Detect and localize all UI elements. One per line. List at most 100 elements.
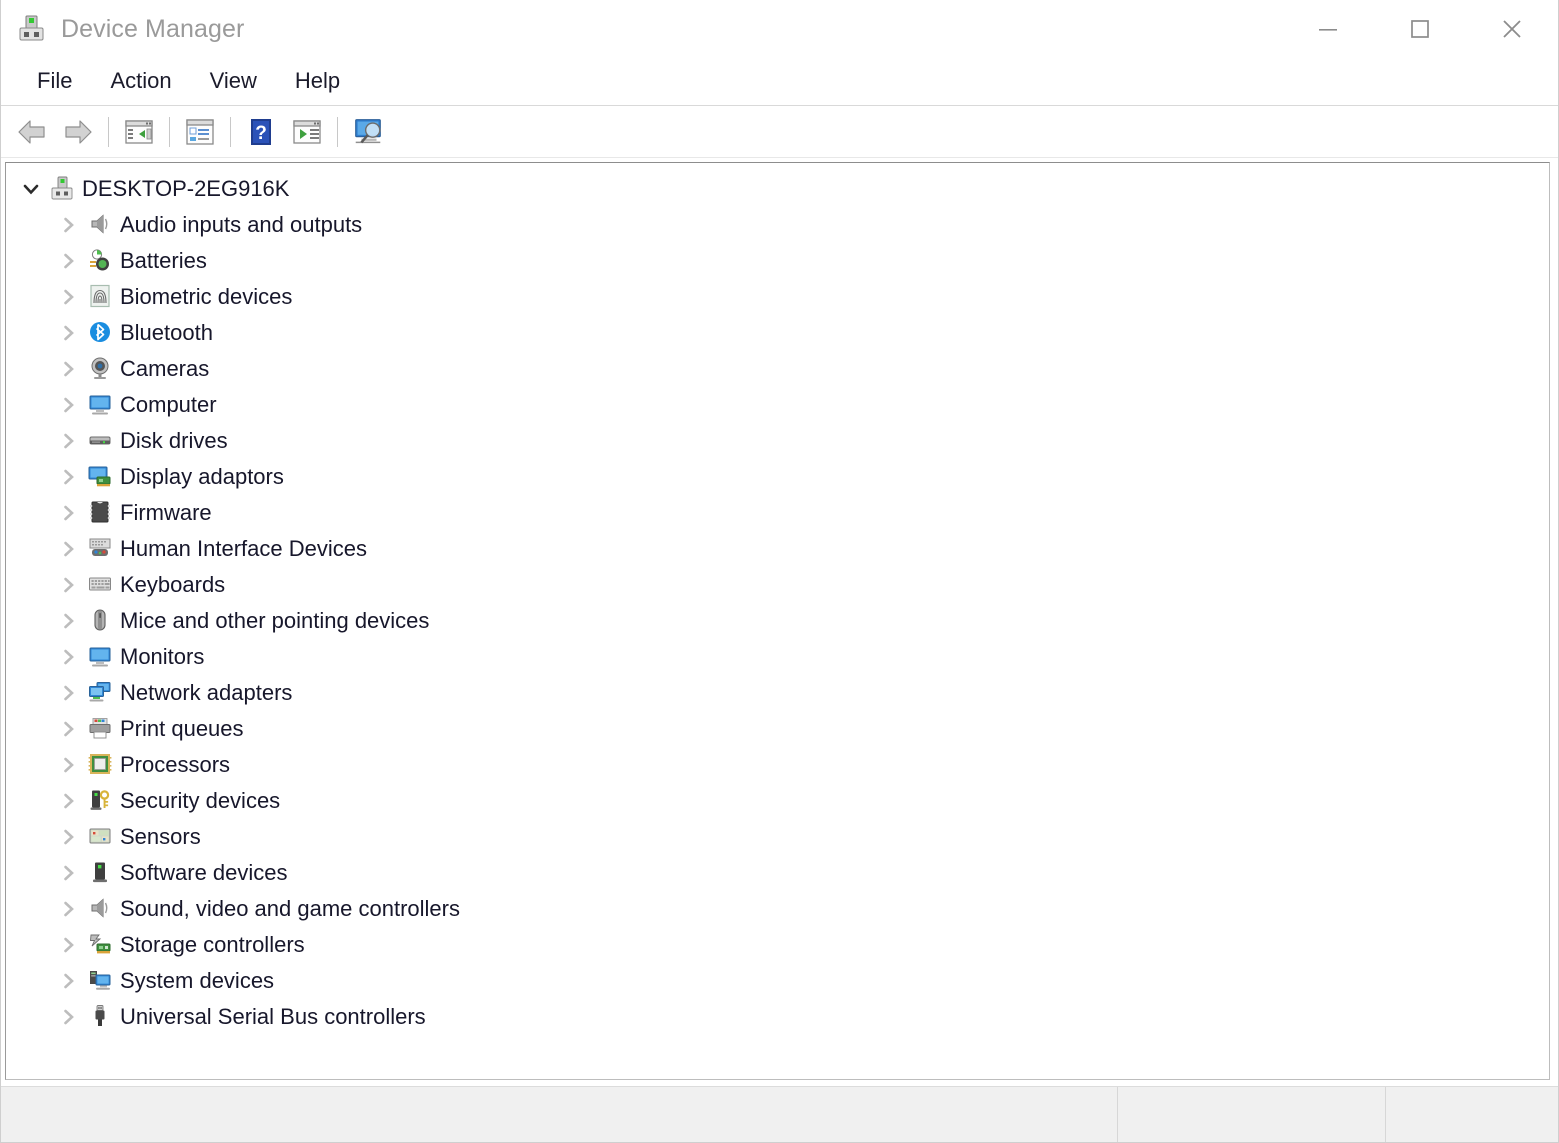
tree-item-monitors[interactable]: Monitors: [6, 639, 1549, 675]
status-pane-message: [1, 1087, 1118, 1142]
chevron-right-icon[interactable]: [58, 790, 80, 812]
tree-item-label: Processors: [120, 752, 231, 777]
disk-drive-icon: [88, 428, 112, 454]
toolbar-separator: [230, 116, 231, 147]
tree-item-label: Mice and other pointing devices: [120, 608, 430, 633]
tree-item-batteries[interactable]: Batteries: [6, 243, 1549, 279]
menu-item-help[interactable]: Help: [279, 66, 356, 98]
tree-item-network-adapters[interactable]: Network adapters: [6, 675, 1549, 711]
chevron-right-icon[interactable]: [58, 646, 80, 668]
scan-for-hardware-changes-button[interactable]: [345, 110, 391, 154]
tree-root-node[interactable]: DESKTOP-2EG916K: [6, 171, 1549, 207]
status-pane-tertiary: [1386, 1087, 1558, 1142]
chevron-right-icon[interactable]: [58, 394, 80, 416]
chevron-right-icon[interactable]: [58, 466, 80, 488]
chevron-right-icon[interactable]: [58, 430, 80, 452]
chevron-right-icon[interactable]: [58, 934, 80, 956]
chevron-right-icon[interactable]: [58, 970, 80, 992]
tree-item-sensors[interactable]: Sensors: [6, 819, 1549, 855]
tree-item-firmware[interactable]: Firmware: [6, 495, 1549, 531]
tree-item-label: Print queues: [120, 716, 244, 741]
chevron-right-icon[interactable]: [58, 358, 80, 380]
chevron-down-icon[interactable]: [20, 178, 42, 200]
tree-item-biometric-devices[interactable]: Biometric devices: [6, 279, 1549, 315]
tree-item-processors[interactable]: Processors: [6, 747, 1549, 783]
chevron-right-icon[interactable]: [58, 574, 80, 596]
tree-item-label: Human Interface Devices: [120, 536, 367, 561]
update-driver-icon: [293, 119, 321, 144]
device-tree: DESKTOP-2EG916K Audio inputs and outputs: [6, 163, 1549, 1035]
tree-item-human-interface-devices[interactable]: Human Interface Devices: [6, 531, 1549, 567]
menu-item-view[interactable]: View: [194, 66, 273, 98]
forward-arrow-icon: [65, 119, 92, 144]
chevron-right-icon[interactable]: [58, 322, 80, 344]
properties-button[interactable]: [177, 110, 223, 154]
tree-item-storage-controllers[interactable]: Storage controllers: [6, 927, 1549, 963]
show-hide-console-tree-icon: [125, 119, 153, 144]
tree-item-bluetooth[interactable]: Bluetooth: [6, 315, 1549, 351]
tree-item-cameras[interactable]: Cameras: [6, 351, 1549, 387]
tree-item-keyboards[interactable]: Keyboards: [6, 567, 1549, 603]
status-pane-secondary: [1118, 1087, 1386, 1142]
menu-item-action[interactable]: Action: [94, 66, 187, 98]
mouse-icon: [88, 608, 112, 634]
chevron-right-icon[interactable]: [58, 826, 80, 848]
window-title: Device Manager: [61, 14, 245, 43]
chevron-right-icon[interactable]: [58, 862, 80, 884]
tree-item-display-adaptors[interactable]: Display adaptors: [6, 459, 1549, 495]
chip-icon: [88, 500, 112, 526]
help-button[interactable]: ?: [238, 110, 284, 154]
tree-item-disk-drives[interactable]: Disk drives: [6, 423, 1549, 459]
maximize-button[interactable]: [1374, 0, 1466, 58]
forward-button[interactable]: [55, 110, 101, 154]
monitor-icon: [88, 644, 112, 670]
camera-icon: [88, 356, 112, 382]
chevron-right-icon[interactable]: [58, 286, 80, 308]
printer-icon: [88, 716, 112, 742]
tree-item-label: Cameras: [120, 356, 210, 381]
show-hide-console-tree-button[interactable]: [116, 110, 162, 154]
software-device-icon: [88, 860, 112, 886]
menu-bar: File Action View Help: [1, 58, 1558, 106]
chevron-right-icon[interactable]: [58, 1006, 80, 1028]
tree-item-label: Firmware: [120, 500, 212, 525]
tree-item-security-devices[interactable]: Security devices: [6, 783, 1549, 819]
close-button[interactable]: [1466, 0, 1558, 58]
chevron-right-icon[interactable]: [58, 718, 80, 740]
tree-item-universal-serial-bus-controllers[interactable]: Universal Serial Bus controllers: [6, 999, 1549, 1035]
chevron-right-icon[interactable]: [58, 682, 80, 704]
tree-item-computer[interactable]: Computer: [6, 387, 1549, 423]
chevron-right-icon[interactable]: [58, 754, 80, 776]
tree-item-label: Audio inputs and outputs: [120, 212, 363, 237]
update-driver-button[interactable]: [284, 110, 330, 154]
tree-root-label: DESKTOP-2EG916K: [82, 176, 290, 201]
help-icon: ?: [251, 118, 271, 145]
tree-item-audio-inputs-and-outputs[interactable]: Audio inputs and outputs: [6, 207, 1549, 243]
title-bar: Device Manager: [1, 0, 1558, 58]
tree-item-label: Storage controllers: [120, 932, 305, 957]
svg-text:?: ?: [255, 123, 267, 144]
chevron-right-icon[interactable]: [58, 610, 80, 632]
tree-item-mice-and-other-pointing-devices[interactable]: Mice and other pointing devices: [6, 603, 1549, 639]
monitor-icon: [88, 392, 112, 418]
back-arrow-icon: [18, 119, 45, 144]
chevron-right-icon[interactable]: [58, 502, 80, 524]
minimize-button[interactable]: [1282, 0, 1374, 58]
tree-item-system-devices[interactable]: System devices: [6, 963, 1549, 999]
tree-item-label: Sound, video and game controllers: [120, 896, 460, 921]
sensor-icon: [88, 824, 112, 850]
chevron-right-icon[interactable]: [58, 214, 80, 236]
tree-item-sound-video-and-game-controllers[interactable]: Sound, video and game controllers: [6, 891, 1549, 927]
device-tree-panel[interactable]: DESKTOP-2EG916K Audio inputs and outputs: [5, 162, 1550, 1080]
tree-item-label: Universal Serial Bus controllers: [120, 1004, 426, 1029]
hid-gamepad-icon: [88, 536, 112, 562]
chevron-right-icon[interactable]: [58, 538, 80, 560]
chevron-right-icon[interactable]: [58, 898, 80, 920]
tree-item-software-devices[interactable]: Software devices: [6, 855, 1549, 891]
back-button[interactable]: [9, 110, 55, 154]
tree-item-print-queues[interactable]: Print queues: [6, 711, 1549, 747]
chevron-right-icon[interactable]: [58, 250, 80, 272]
menu-item-file[interactable]: File: [21, 66, 88, 98]
status-bar: [1, 1086, 1558, 1142]
scan-for-hardware-changes-icon: [355, 118, 381, 143]
